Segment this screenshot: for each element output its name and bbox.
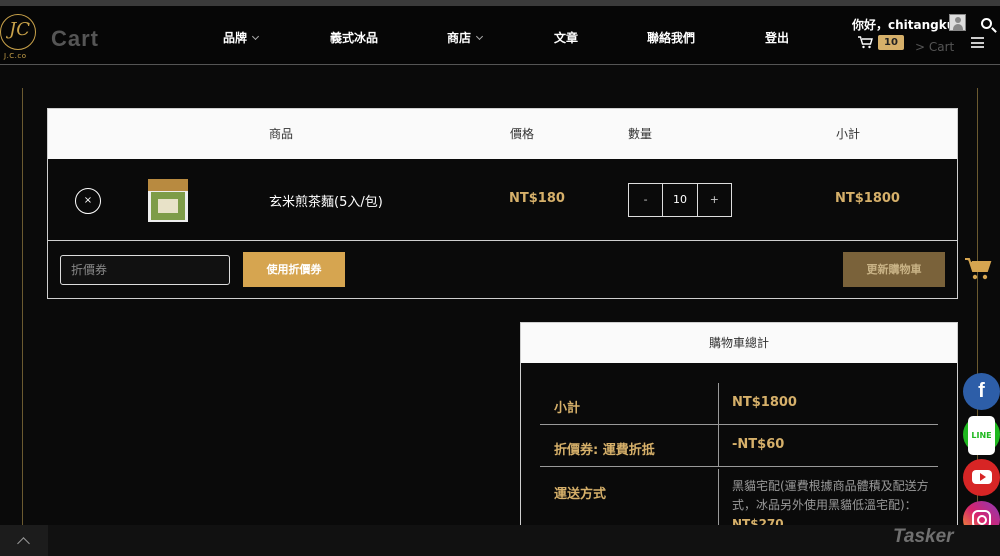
cart-totals: 購物車總計 小計 NT$1800 折價券: 運費折抵 -NT$60 運送方式 黑…: [520, 322, 958, 556]
apply-coupon-button[interactable]: 使用折價券: [243, 252, 345, 287]
col-product: 商品: [269, 127, 294, 141]
breadcrumb: > Cart: [915, 40, 955, 54]
package-band: [148, 179, 188, 191]
divider: [718, 425, 719, 466]
shipping-text: 黑貓宅配(運費根據商品體積及配送方式，冰品另外使用黑貓低溫宅配)：: [732, 479, 929, 512]
bottom-bar: [0, 525, 1000, 556]
search-icon[interactable]: [981, 18, 992, 29]
logo-subtext: J.C.co: [4, 52, 27, 60]
nav-gelato[interactable]: 義式冰品: [330, 29, 378, 46]
nav-brand[interactable]: 品牌: [223, 29, 260, 46]
line-label: LINE: [968, 416, 995, 455]
product-thumbnail[interactable]: [148, 179, 188, 222]
coupon-input[interactable]: [60, 255, 230, 285]
nav-logout[interactable]: 登出: [765, 29, 789, 46]
nav-shop[interactable]: 商店: [447, 29, 484, 46]
nav-contact[interactable]: 聯絡我們: [647, 29, 695, 46]
remove-item-button[interactable]: ×: [75, 188, 101, 214]
totals-row-subtotal: 小計 NT$1800: [540, 383, 938, 425]
user-greeting[interactable]: 你好，chitangku: [852, 16, 955, 33]
user-avatar-icon[interactable]: [949, 14, 966, 31]
chevron-down-icon: [475, 32, 484, 41]
youtube-play-icon: [971, 470, 992, 484]
chevron-down-icon: [251, 32, 260, 41]
col-price: 價格: [510, 127, 535, 141]
decor-frame-left: [22, 88, 23, 556]
col-subtotal: 小計: [836, 127, 861, 141]
qty-input[interactable]: 10: [662, 184, 698, 216]
subtotal-value: NT$1800: [732, 395, 797, 410]
totals-row-coupon: 折價券: 運費折抵 -NT$60: [540, 425, 938, 467]
scroll-to-top-button[interactable]: [0, 525, 48, 556]
shipping-label: 運送方式: [554, 487, 607, 502]
nav-label: 商店: [447, 31, 472, 45]
floating-cart-icon[interactable]: [965, 257, 992, 285]
update-cart-button[interactable]: 更新購物車: [843, 252, 945, 287]
nav-label: 品牌: [223, 31, 248, 45]
table-row: × 玄米煎茶麵(5入/包) NT$180 - 10 + NT$1800: [48, 159, 957, 241]
site-header: JC J.C.co Cart 品牌 義式冰品 商店 文章 聯絡我們 登出 你好，…: [0, 6, 1000, 65]
coupon-value: -NT$60: [732, 437, 785, 452]
logo-mark: JC: [9, 19, 30, 40]
facebook-icon[interactable]: f: [963, 373, 1000, 410]
youtube-icon[interactable]: [963, 459, 1000, 496]
cart-count-badge[interactable]: 10: [878, 35, 904, 50]
qty-decrease-button[interactable]: -: [629, 184, 662, 216]
page-title: Cart: [51, 26, 100, 51]
nav-label: 文章: [554, 31, 579, 45]
nav-label: 義式冰品: [330, 31, 379, 45]
qty-increase-button[interactable]: +: [698, 184, 731, 216]
product-name-link[interactable]: 玄米煎茶麵(5入/包): [269, 191, 383, 210]
brand-logo[interactable]: JC: [0, 14, 36, 50]
item-subtotal: NT$1800: [835, 191, 900, 206]
hamburger-menu-icon[interactable]: [971, 37, 984, 48]
cart-table-header: 商品 價格 數量 小計: [48, 109, 957, 159]
quantity-stepper: - 10 +: [628, 183, 732, 217]
cart-totals-title: 購物車總計: [521, 323, 957, 363]
coupon-label: 折價券: 運費折抵: [554, 443, 655, 458]
col-quantity: 數量: [628, 127, 653, 141]
package-label: [158, 199, 178, 213]
cart-table: 商品 價格 數量 小計 × 玄米煎茶麵(5入/包) NT$180 - 10 + …: [47, 108, 958, 299]
nav-label: 聯絡我們: [647, 31, 696, 45]
nav-articles[interactable]: 文章: [554, 29, 578, 46]
item-price: NT$180: [509, 191, 565, 206]
cart-icon[interactable]: [858, 36, 873, 53]
watermark: Tasker: [893, 526, 954, 547]
line-icon[interactable]: LINE: [963, 416, 1000, 455]
divider: [718, 383, 719, 424]
nav-label: 登出: [765, 31, 790, 45]
subtotal-label: 小計: [554, 401, 581, 416]
